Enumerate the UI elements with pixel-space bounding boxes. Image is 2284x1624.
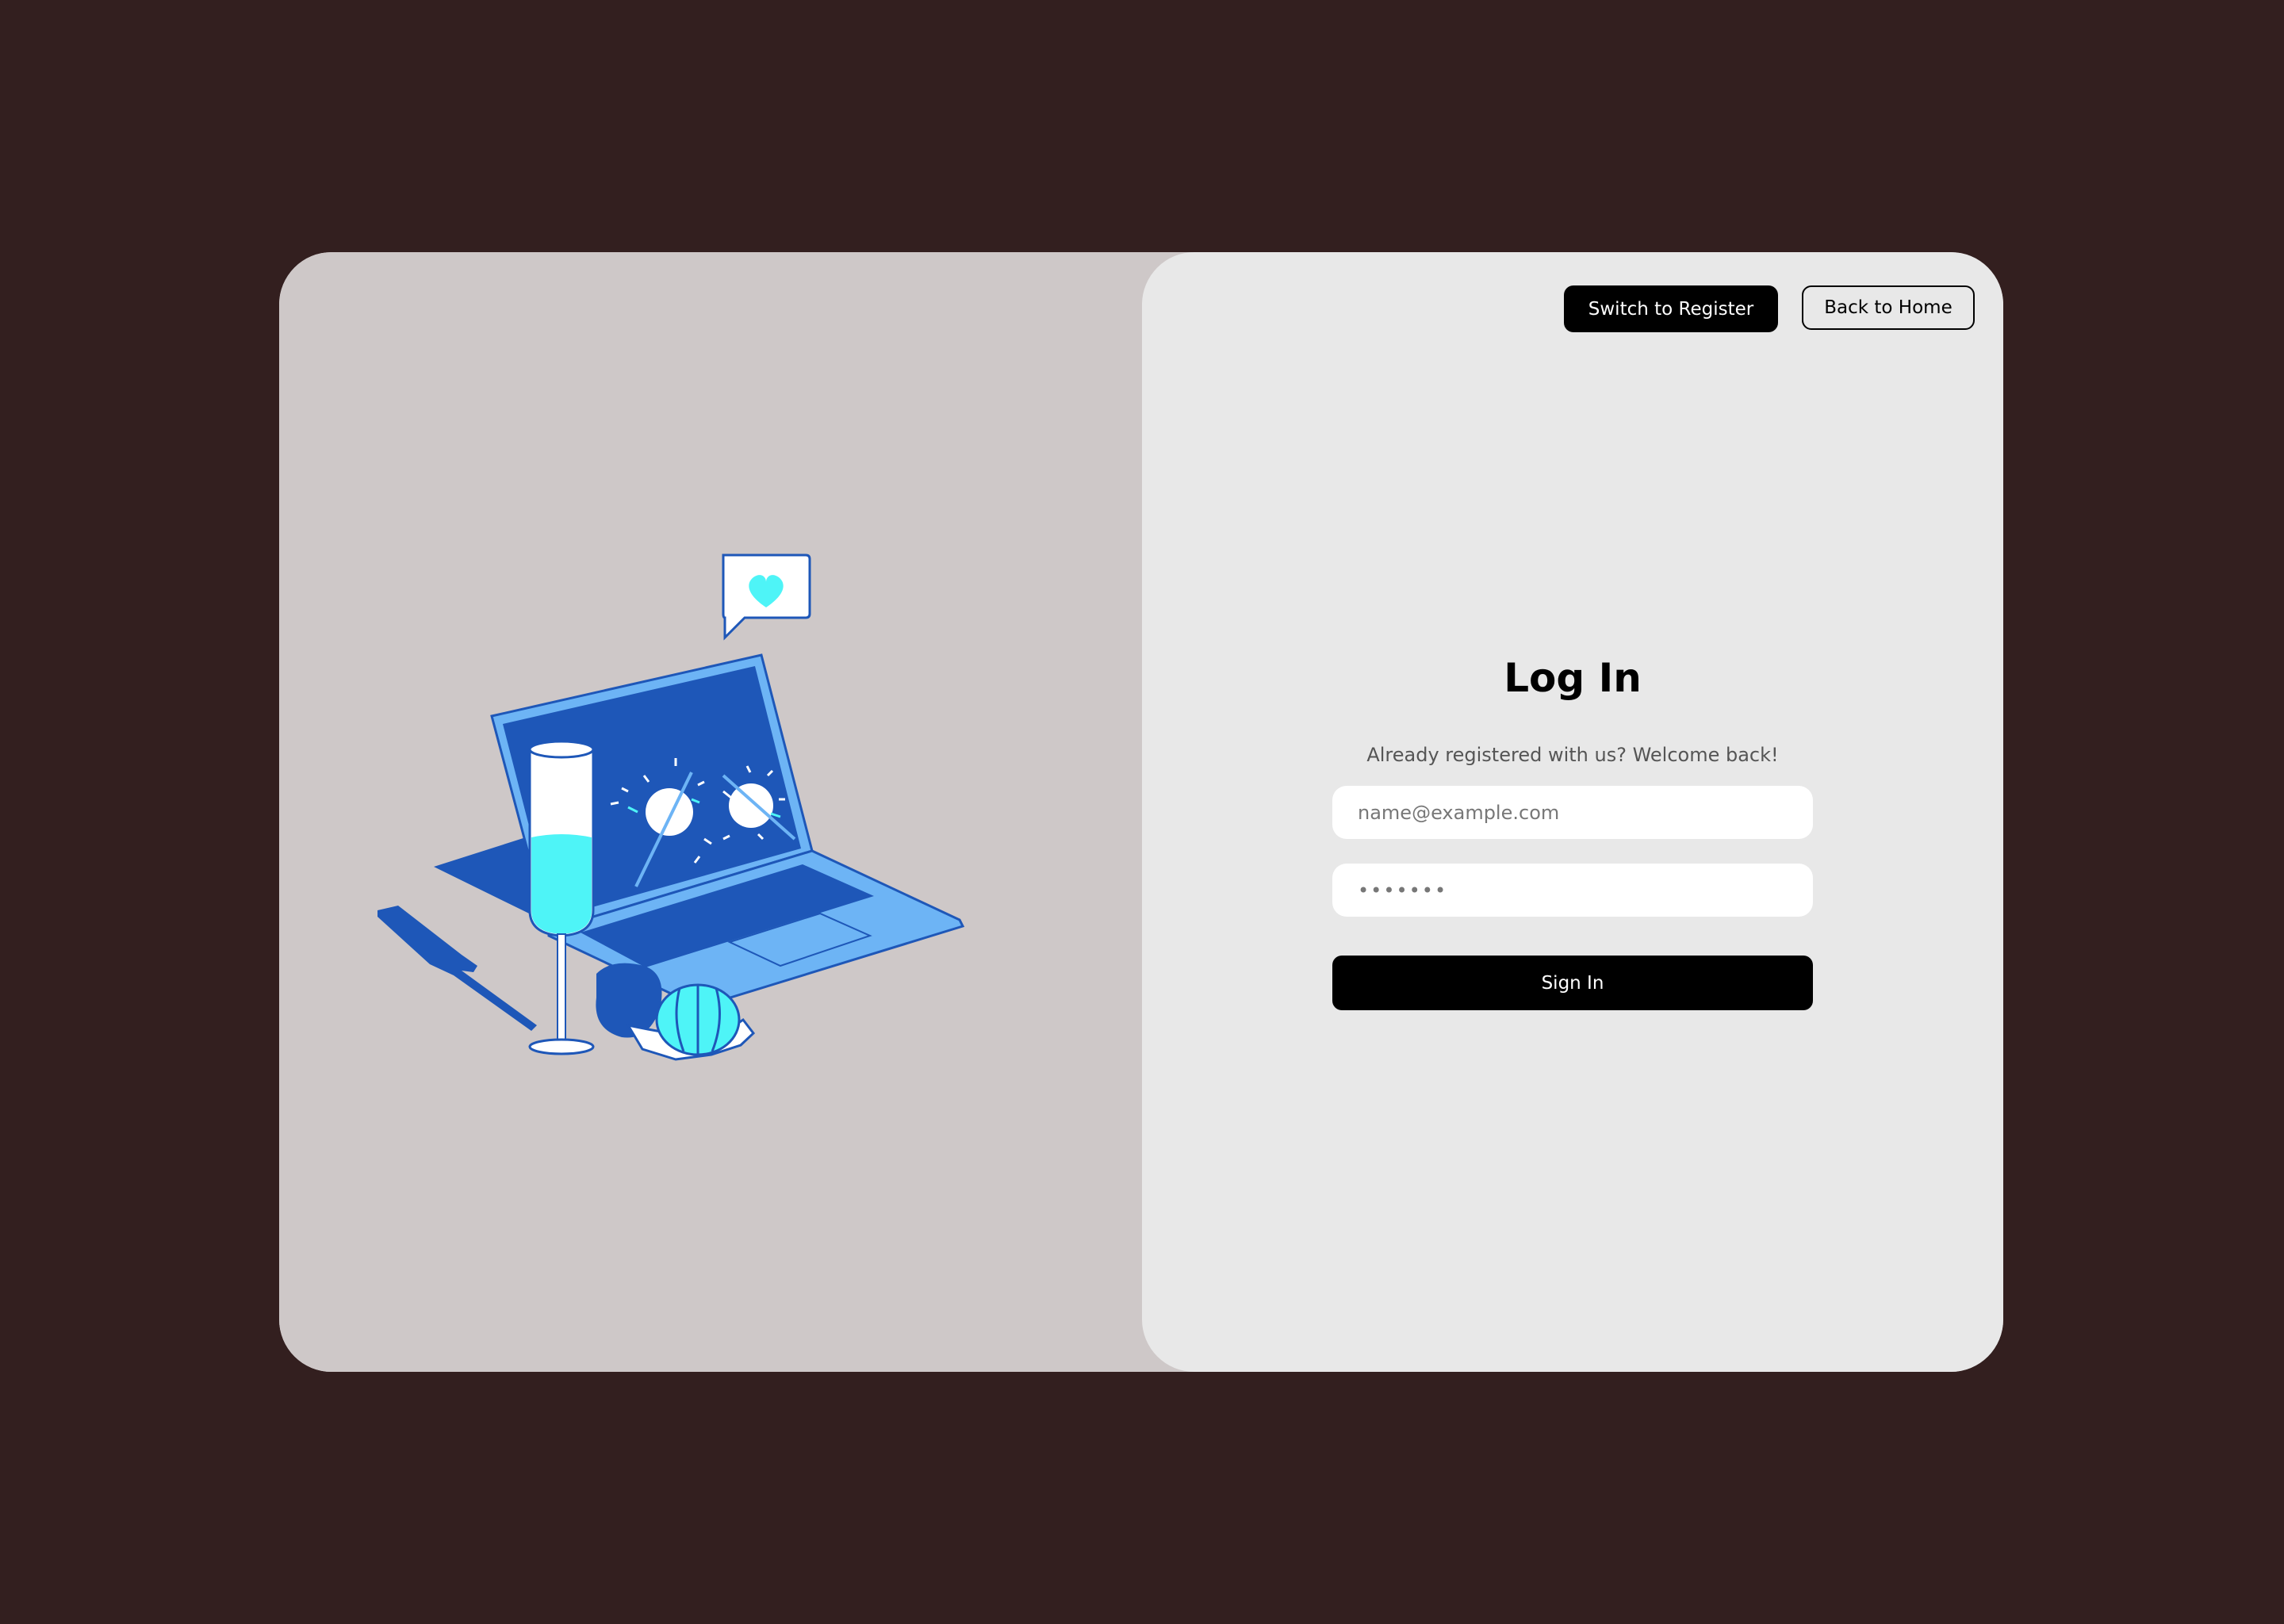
welcome-subtitle: Already registered with us? Welcome back… — [1366, 744, 1779, 766]
glass-shadow — [377, 906, 537, 1031]
switch-to-register-button[interactable]: Switch to Register — [1564, 285, 1778, 332]
back-to-home-button[interactable]: Back to Home — [1802, 285, 1975, 330]
champagne-glass-icon — [528, 740, 595, 1055]
login-card: Switch to Register Back to Home Log In A… — [279, 252, 2003, 1372]
laptop-illustration — [377, 553, 965, 1061]
illustration-panel — [279, 252, 1142, 1372]
password-field[interactable]: ••••••• — [1332, 864, 1813, 917]
email-field[interactable]: name@example.com — [1332, 786, 1813, 839]
page-title: Log In — [1504, 655, 1642, 701]
login-panel: Switch to Register Back to Home Log In A… — [1142, 252, 2003, 1372]
heart-speech-bubble-icon — [722, 553, 811, 641]
sign-in-button[interactable]: Sign In — [1332, 956, 1813, 1010]
